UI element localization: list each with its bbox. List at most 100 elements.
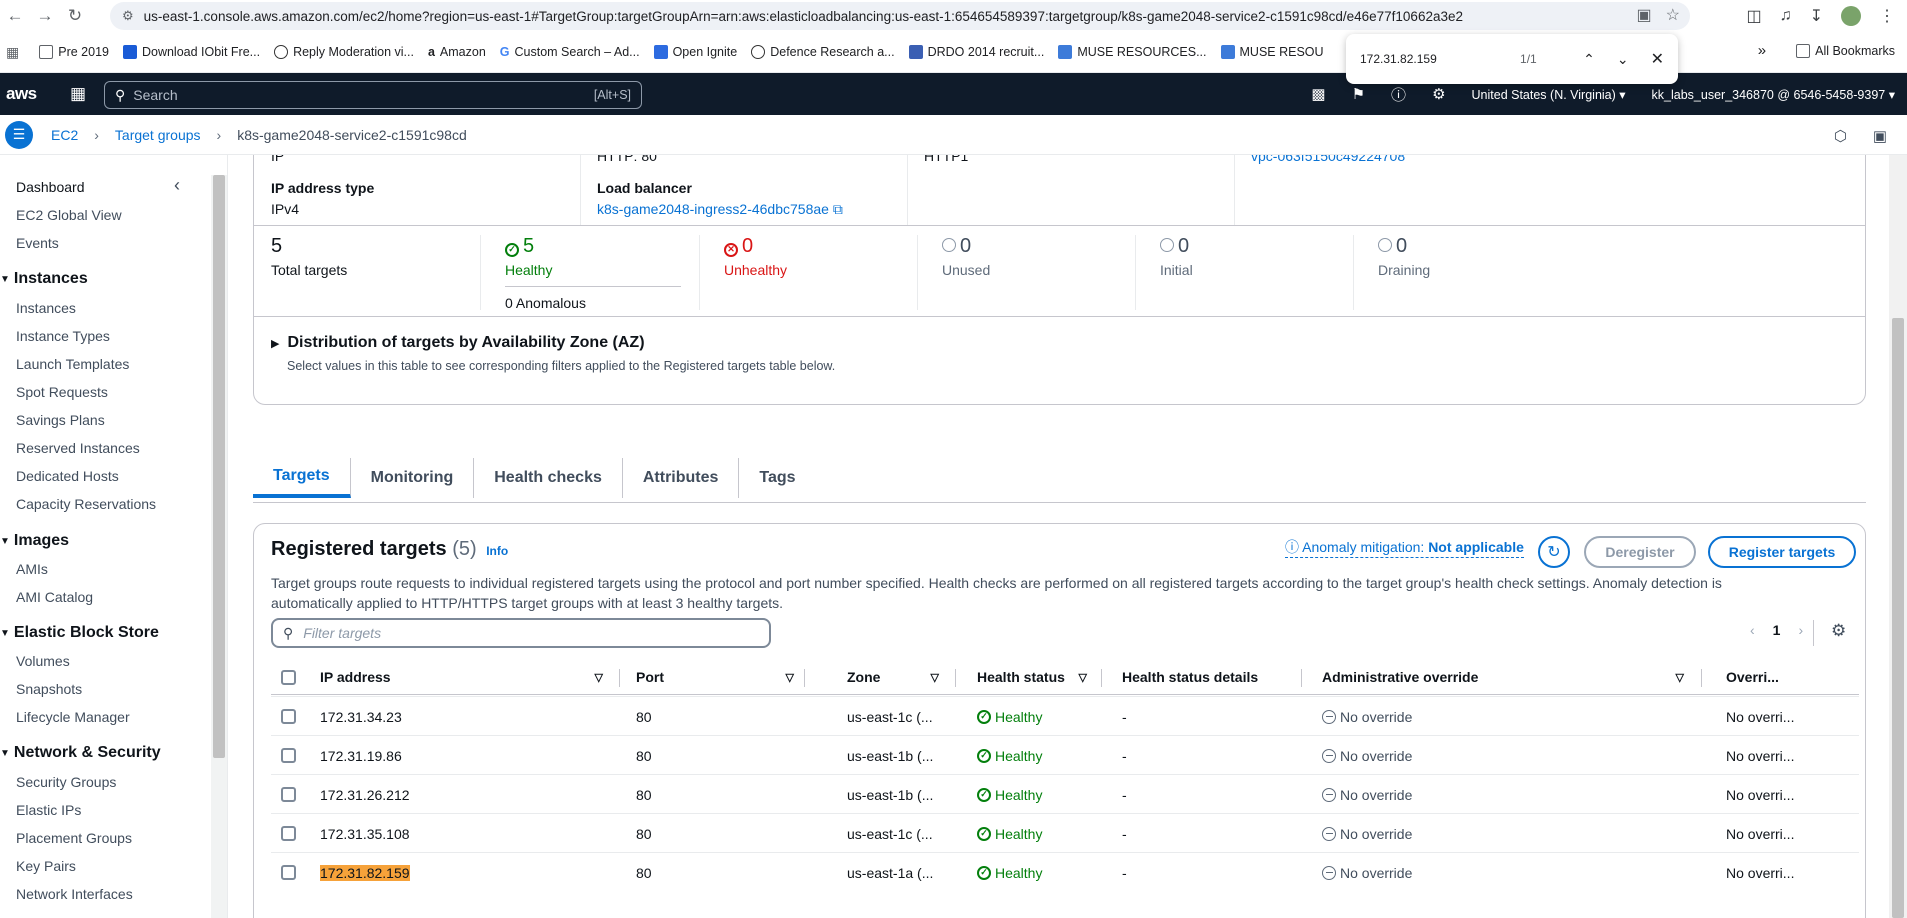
bookmark-item[interactable]: MUSE RESOURCES...	[1058, 45, 1207, 59]
notifications-icon[interactable]: ⚑	[1352, 85, 1365, 103]
healthy-stat[interactable]: ✓ 5 Healthy 0 Anomalous	[505, 235, 681, 311]
help-icon[interactable]: ⓘ	[1391, 84, 1406, 105]
sidebar-item[interactable]: Key Pairs	[16, 858, 76, 874]
sidebar-item[interactable]: Instance Types	[16, 328, 110, 344]
breadcrumb-target-groups[interactable]: Target groups	[115, 127, 201, 143]
find-prev-icon[interactable]: ⌃	[1583, 51, 1595, 68]
row-checkbox[interactable]	[281, 865, 296, 880]
cloudshell-icon[interactable]: ▩	[1311, 85, 1325, 103]
column-ip-address[interactable]: IP address ▽	[320, 659, 603, 695]
page-icon[interactable]: ▣	[1637, 5, 1652, 25]
aws-logo[interactable]: aws	[6, 84, 48, 104]
bookmark-item[interactable]: MUSE RESOU	[1220, 45, 1324, 59]
find-input[interactable]: 172.31.82.159	[1360, 52, 1520, 66]
collapse-sidebar-icon[interactable]: ‹	[174, 175, 180, 196]
breadcrumb-ec2[interactable]: EC2	[51, 127, 78, 143]
load-balancer-link[interactable]: k8s-game2048-ingress2-46dbc758ae ⧉	[597, 201, 843, 218]
anomaly-mitigation[interactable]: ⓘ Anomaly mitigation: Not applicable	[1285, 537, 1524, 558]
account-menu[interactable]: kk_labs_user_346870 @ 6546-5458-9397 ▾	[1652, 87, 1895, 102]
reload-icon[interactable]: ↻	[60, 0, 90, 32]
bookmark-star-icon[interactable]: ☆	[1666, 5, 1680, 25]
sidebar-item[interactable]: Elastic IPs	[16, 802, 81, 818]
initial-stat[interactable]: 0 Initial	[1160, 235, 1193, 278]
tab-attributes[interactable]: Attributes	[623, 458, 740, 498]
tab-tags[interactable]: Tags	[739, 458, 815, 498]
bookmark-item[interactable]: Reply Moderation vi...	[274, 45, 414, 59]
register-targets-button[interactable]: Register targets	[1708, 536, 1856, 568]
more-bookmarks-icon[interactable]: »	[1758, 42, 1766, 59]
sidebar-item[interactable]: Security Groups	[16, 774, 116, 790]
media-icon[interactable]: ♫	[1780, 7, 1792, 25]
sidebar-item[interactable]: Reserved Instances	[16, 440, 140, 456]
bookmark-item[interactable]: Defence Research a...	[751, 45, 895, 59]
table-row[interactable]: 172.31.26.212 80 us-east-1b (... ✓ Health…	[271, 774, 1859, 813]
table-settings-icon[interactable]: ⚙	[1831, 621, 1846, 641]
prev-page-icon[interactable]: ‹	[1750, 622, 1755, 638]
unhealthy-stat[interactable]: ✕ 0 Unhealthy	[724, 235, 787, 278]
row-checkbox[interactable]	[281, 826, 296, 841]
table-row[interactable]: 172.31.19.86 80 us-east-1b (... ✓ Healthy…	[271, 735, 1859, 774]
page-scrollbar-thumb[interactable]	[1892, 318, 1904, 918]
profile-avatar[interactable]	[1841, 6, 1861, 26]
apps-icon[interactable]: ▦	[6, 44, 19, 61]
sidebar-item[interactable]: AMI Catalog	[16, 589, 93, 605]
address-bar[interactable]: ⚙ us-east-1.console.aws.amazon.com/ec2/h…	[110, 2, 1690, 30]
row-checkbox[interactable]	[281, 787, 296, 802]
back-icon[interactable]: ←	[0, 0, 30, 32]
tools-icon[interactable]: ▣	[1873, 127, 1887, 145]
column-admin-override[interactable]: Administrative override ▽	[1322, 659, 1684, 695]
sidebar-item-global-view[interactable]: EC2 Global View	[16, 207, 122, 223]
table-row[interactable]: 172.31.82.159 80 us-east-1a (... ✓ Health…	[271, 852, 1859, 891]
bookmark-item[interactable]: a Amazon	[428, 45, 486, 59]
info-link[interactable]: Info	[486, 544, 508, 558]
extensions-icon[interactable]: ◫	[1746, 6, 1761, 26]
column-zone[interactable]: Zone ▽	[847, 659, 939, 695]
sidebar-item[interactable]: Spot Requests	[16, 384, 108, 400]
find-next-icon[interactable]: ⌄	[1617, 51, 1629, 68]
bookmark-item[interactable]: Pre 2019	[39, 45, 109, 59]
sidebar-item[interactable]: Snapshots	[16, 681, 82, 697]
bookmark-item[interactable]: Open Ignite	[653, 45, 737, 59]
search-input[interactable]: ⚲ Search [Alt+S]	[104, 81, 642, 109]
row-checkbox[interactable]	[281, 709, 296, 724]
column-health-status[interactable]: Health status ▽	[977, 659, 1087, 695]
bookmark-item[interactable]: DRDO 2014 recruit...	[908, 45, 1044, 59]
refresh-button[interactable]: ↻	[1538, 536, 1570, 568]
tab-monitoring[interactable]: Monitoring	[351, 458, 475, 498]
sidebar-item[interactable]: Network Interfaces	[16, 886, 133, 902]
all-bookmarks[interactable]: All Bookmarks	[1796, 43, 1895, 58]
sidebar-scrollbar-thumb[interactable]	[213, 175, 225, 758]
feedback-icon[interactable]: ⬡	[1834, 127, 1847, 145]
draining-stat[interactable]: 0 Draining	[1378, 235, 1430, 278]
sidebar-item[interactable]: Placement Groups	[16, 830, 132, 846]
sidebar-item-events[interactable]: Events	[16, 235, 59, 251]
menu-icon[interactable]: ⋮	[1879, 6, 1895, 26]
select-all-checkbox[interactable]	[281, 669, 296, 685]
services-grid-icon[interactable]: ▦	[70, 84, 86, 104]
sidebar-item[interactable]: Lifecycle Manager	[16, 709, 130, 725]
filter-targets-input[interactable]: ⚲ Filter targets	[271, 618, 771, 648]
row-checkbox[interactable]	[281, 748, 296, 763]
sidebar-item[interactable]: Volumes	[16, 653, 70, 669]
sidebar-section-network-security[interactable]: ▼ Network & Security	[0, 744, 161, 762]
sidebar-item[interactable]: Dedicated Hosts	[16, 468, 119, 484]
sidebar-item-dashboard[interactable]: Dashboard	[16, 179, 85, 195]
site-info-icon[interactable]: ⚙	[122, 8, 134, 24]
column-port[interactable]: Port ▽	[636, 659, 794, 695]
sidebar-section-ebs[interactable]: ▼ Elastic Block Store	[0, 624, 159, 642]
vpc-link[interactable]: vpc-063f5150c49224708	[1251, 155, 1405, 164]
sidebar-item[interactable]: AMIs	[16, 561, 48, 577]
distribution-expander[interactable]: ▶ Distribution of targets by Availabilit…	[271, 334, 645, 352]
sidebar-item[interactable]: Capacity Reservations	[16, 496, 156, 512]
sidebar-item[interactable]: Savings Plans	[16, 412, 105, 428]
page-number[interactable]: 1	[1773, 622, 1781, 638]
tab-health-checks[interactable]: Health checks	[474, 458, 623, 498]
download-icon[interactable]: ↧	[1810, 6, 1823, 26]
deregister-button[interactable]: Deregister	[1584, 536, 1696, 568]
unused-stat[interactable]: 0 Unused	[942, 235, 990, 278]
next-page-icon[interactable]: ›	[1798, 622, 1803, 638]
bookmark-item[interactable]: G Custom Search – Ad...	[500, 45, 640, 59]
find-close-icon[interactable]: ✕	[1651, 49, 1664, 69]
table-row[interactable]: 172.31.35.108 80 us-east-1c (... ✓ Health…	[271, 813, 1859, 852]
region-selector[interactable]: United States (N. Virginia) ▾	[1472, 87, 1626, 102]
